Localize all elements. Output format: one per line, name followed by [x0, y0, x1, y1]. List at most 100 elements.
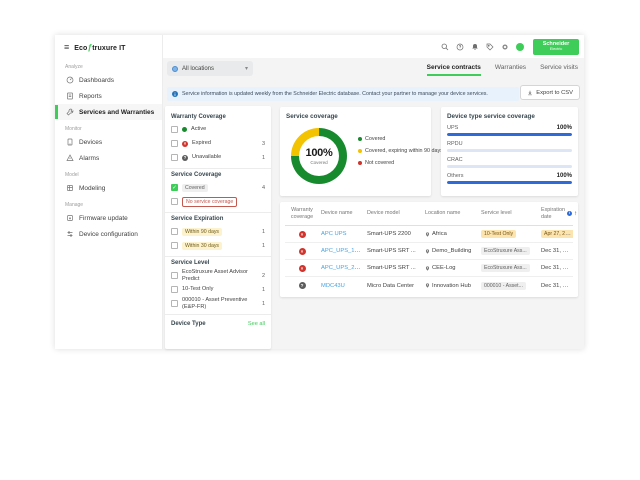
sidebar-item-alarms[interactable]: Alarms — [55, 150, 162, 166]
wrench-icon — [66, 108, 74, 116]
notifications-icon[interactable] — [471, 43, 479, 51]
sidebar-section-manage: Manage — [55, 196, 162, 210]
report-icon — [66, 92, 74, 100]
feedback-tag-icon[interactable] — [486, 43, 494, 51]
sidebar-item-label: Device configuration — [79, 231, 138, 238]
legend-item-expiring: Covered, expiring within 90 days — [358, 148, 443, 154]
expired-status-icon: × — [182, 141, 188, 147]
checkbox[interactable] — [171, 242, 178, 249]
col-service-level: Service level — [479, 208, 539, 218]
filter-within-90-days[interactable]: Within 90 days 1 — [171, 225, 265, 238]
filter-service-covered[interactable]: ✓ Covered 4 — [171, 181, 265, 194]
table-row[interactable]: × APC_UPS_1_0... Smart-UPS SRT ... Demo_… — [285, 243, 573, 260]
device-link[interactable]: APC_UPS_1_0... — [321, 248, 365, 254]
checkbox[interactable] — [171, 126, 178, 133]
filter-level-asset-advisor[interactable]: EcoStruxure Asset Advisor Predict 2 — [171, 269, 265, 282]
sort-ascending-icon[interactable]: ↑ — [574, 211, 577, 217]
device-icon — [66, 138, 74, 146]
sidebar-item-label: Reports — [79, 93, 102, 100]
filter-warranty-unavailable[interactable]: ? Unavailable 1 — [171, 151, 265, 164]
tab-service-contracts[interactable]: Service contracts — [427, 64, 481, 76]
config-icon — [66, 230, 74, 238]
checkbox[interactable] — [171, 272, 178, 279]
legend-dot — [358, 161, 362, 165]
tab-warranties[interactable]: Warranties — [495, 64, 526, 76]
warranty-expired-icon: × — [299, 265, 306, 272]
firmware-icon — [66, 214, 74, 222]
modeling-icon — [66, 184, 74, 192]
column-info-icon[interactable]: i — [567, 211, 572, 216]
bar-track — [447, 149, 572, 152]
within-30-days-chip: Within 30 days — [182, 242, 222, 250]
no-service-coverage-chip: No service coverage — [182, 197, 237, 207]
location-pin-icon — [425, 249, 430, 254]
legend-item-not-covered: Not covered — [358, 160, 443, 166]
location-pin-icon — [425, 232, 430, 237]
filter-warranty-active[interactable]: Active — [171, 123, 265, 136]
sidebar-item-devices[interactable]: Devices — [55, 134, 162, 150]
col-device-model: Device model — [365, 208, 423, 218]
col-expiration-date: Expiration date i ↑ — [539, 205, 577, 222]
checkbox[interactable] — [171, 228, 178, 235]
sidebar-section-model: Model — [55, 166, 162, 180]
export-to-csv-button[interactable]: Export to CSV — [520, 85, 580, 100]
sidebar-item-reports[interactable]: Reports — [55, 88, 162, 104]
app-logo-row: ≡ Ecoƒtruxure IT — [55, 35, 162, 58]
checkbox[interactable] — [171, 140, 178, 147]
sidebar-item-label: Services and Warranties — [79, 109, 154, 116]
sidebar-item-services-and-warranties[interactable]: Services and Warranties — [55, 104, 162, 120]
divider — [165, 212, 271, 213]
sidebar-item-firmware-update[interactable]: Firmware update — [55, 210, 162, 226]
bar-fill — [447, 181, 572, 184]
see-all-link[interactable]: See all — [248, 321, 265, 327]
bar-row-rpdu: RPDU — [447, 141, 572, 152]
col-warranty-coverage: Warranty coverage — [285, 205, 319, 222]
sidebar-item-label: Modeling — [79, 185, 105, 192]
checkbox[interactable] — [171, 300, 178, 307]
donut-legend: Covered Covered, expiring within 90 days… — [358, 136, 443, 166]
table-row[interactable]: ? MDC43U Micro Data Center Innovation Hu… — [285, 277, 573, 294]
checkbox-checked[interactable]: ✓ — [171, 184, 178, 191]
service-coverage-card: Service coverage 100% Covered Covered Co… — [280, 107, 431, 196]
ecostruxure-logo: Ecoƒtruxure IT — [74, 42, 125, 52]
card-title: Device type service coverage — [447, 113, 572, 120]
table-row[interactable]: × APC UPS Smart-UPS 2200 Africa 10-Test … — [285, 226, 573, 243]
device-link[interactable]: MDC43U — [321, 283, 345, 289]
filter-within-30-days[interactable]: Within 30 days 1 — [171, 239, 265, 252]
sidebar-item-device-configuration[interactable]: Device configuration — [55, 226, 162, 242]
sidebar-item-dashboards[interactable]: Dashboards — [55, 72, 162, 88]
service-level-chip: 10-Test Only — [481, 230, 516, 238]
filter-level-asset-preventive[interactable]: 000010 - Asset Preventive (E&P-FR) 1 — [171, 297, 265, 310]
col-device-name: Device name — [319, 208, 365, 218]
settings-gear-icon[interactable] — [501, 43, 509, 51]
help-icon[interactable] — [456, 43, 464, 51]
user-avatar[interactable] — [516, 43, 524, 51]
checkbox[interactable] — [171, 154, 178, 161]
filter-panel: Warranty Coverage Active × Expired 3 ? U… — [165, 106, 271, 349]
globe-icon — [172, 66, 178, 72]
bar-track — [447, 165, 572, 168]
tab-service-visits[interactable]: Service visits — [540, 64, 578, 76]
checkbox[interactable] — [171, 286, 178, 293]
checkbox[interactable] — [171, 198, 178, 205]
filter-section-title: Service Level — [171, 260, 265, 266]
filter-warranty-expired[interactable]: × Expired 3 — [171, 137, 265, 150]
legend-dot — [358, 149, 362, 153]
location-pin-icon — [425, 266, 430, 271]
device-link[interactable]: APC UPS — [321, 231, 346, 237]
sidebar-item-modeling[interactable]: Modeling — [55, 180, 162, 196]
hamburger-menu-icon[interactable]: ≡ — [64, 43, 69, 52]
filter-no-service-coverage[interactable]: No service coverage — [171, 195, 265, 208]
filter-level-10-test-only[interactable]: 10-Test Only 1 — [171, 283, 265, 296]
sidebar-item-label: Firmware update — [79, 215, 128, 222]
sidebar-item-label: Dashboards — [79, 77, 114, 84]
location-filter-select[interactable]: All locations ▾ — [167, 61, 253, 76]
search-icon[interactable] — [441, 43, 449, 51]
sidebar-item-label: Devices — [79, 139, 102, 146]
table-row[interactable]: × APC_UPS_2_Up Smart-UPS SRT ... CEE-Log… — [285, 260, 573, 277]
bar-row-crac: CRAC — [447, 157, 572, 168]
device-link[interactable]: APC_UPS_2_Up — [321, 265, 365, 271]
col-location-name: Location name — [423, 208, 479, 218]
bar-track — [447, 181, 572, 184]
filter-section-title: Device Type — [171, 321, 206, 327]
